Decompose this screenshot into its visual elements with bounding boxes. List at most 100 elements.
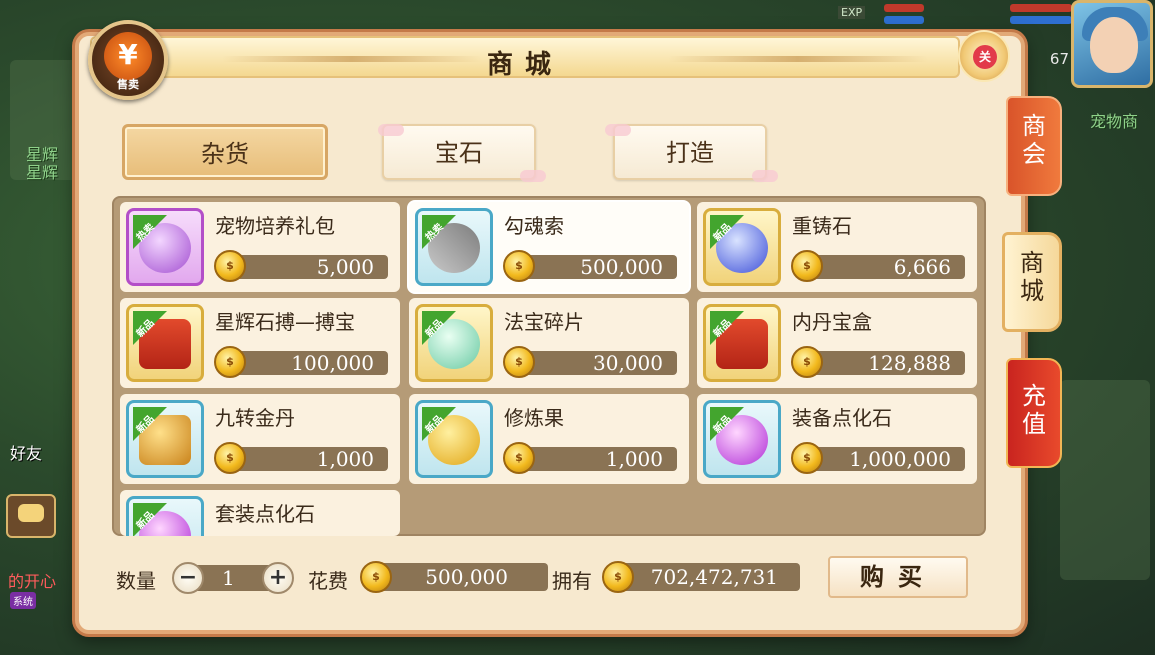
item-icon-frame: 热卖 — [126, 208, 204, 286]
buy-button[interactable]: 购买 — [828, 556, 968, 598]
cost-label: 花费 — [308, 569, 348, 593]
item-price: 100,000 — [291, 351, 374, 375]
item-price: 1,000 — [316, 447, 374, 471]
item-icon-frame: 新品 — [126, 496, 204, 536]
item-name: 宠物培养礼包 — [215, 214, 335, 238]
item-price-bar: 1,000 — [230, 447, 388, 471]
item-card[interactable]: 新品 内丹宝盒 128,888 $ — [697, 298, 977, 388]
chat-icon[interactable] — [6, 494, 56, 538]
side-tab-guild-shop[interactable]: 商会 — [1006, 96, 1062, 196]
side-tab-label: 充值 — [1022, 382, 1046, 438]
yen-icon: ¥ — [104, 32, 152, 80]
close-icon: 关 — [973, 45, 997, 69]
item-icon-frame: 新品 — [126, 304, 204, 382]
sell-label: 售卖 — [117, 78, 139, 91]
quantity-value[interactable]: 1 — [222, 566, 235, 590]
title-bar: 商城 — [90, 36, 960, 80]
background-text: 星辉 星辉 — [26, 145, 59, 182]
flower-decoration — [520, 170, 546, 182]
avatar[interactable] — [1071, 0, 1153, 88]
coin-icon: $ — [791, 346, 823, 378]
item-price: 6,666 — [893, 255, 951, 279]
tab-gems[interactable]: 宝石 — [382, 124, 536, 180]
item-price-bar: 128,888 — [807, 351, 965, 375]
item-card[interactable]: 新品 九转金丹 1,000 $ — [120, 394, 400, 484]
pet-shop-label: 宠物商 — [1090, 112, 1139, 131]
coin-icon: $ — [214, 442, 246, 474]
item-card[interactable]: 热卖 勾魂索 500,000 $ — [409, 202, 689, 292]
side-tab-label: 商城 — [1020, 249, 1044, 305]
item-price: 5,000 — [316, 255, 374, 279]
item-name: 九转金丹 — [215, 406, 295, 430]
item-card[interactable]: 新品 装备点化石 1,000,000 $ — [697, 394, 977, 484]
item-name: 修炼果 — [504, 406, 564, 430]
item-icon-frame: 新品 — [703, 400, 781, 478]
item-card[interactable]: 热卖 宠物培养礼包 5,000 $ — [120, 202, 400, 292]
item-price-bar: 30,000 — [519, 351, 677, 375]
item-icon-frame: 新品 — [703, 304, 781, 382]
item-card[interactable]: 新品 套装点化石 — [120, 490, 400, 536]
item-icon-frame: 新品 — [703, 208, 781, 286]
item-price-bar: 6,666 — [807, 255, 965, 279]
background-chat-text: 的开心 — [8, 572, 57, 591]
pet-hp-bar — [1010, 4, 1072, 12]
item-price: 1,000 — [605, 447, 663, 471]
hp-bar — [884, 4, 924, 12]
item-icon-frame: 新品 — [126, 400, 204, 478]
item-name: 法宝碎片 — [504, 310, 584, 334]
item-price-bar: 100,000 — [230, 351, 388, 375]
item-price-bar: 5,000 — [230, 255, 388, 279]
chat-bubble-icon — [18, 504, 44, 522]
pet-mp-bar — [1010, 16, 1072, 24]
item-icon-frame: 热卖 — [415, 208, 493, 286]
coin-icon: $ — [503, 346, 535, 378]
coin-icon: $ — [214, 346, 246, 378]
item-icon-frame: 新品 — [415, 400, 493, 478]
item-name: 内丹宝盒 — [792, 310, 872, 334]
system-tag: 系统 — [10, 592, 36, 609]
tab-forge[interactable]: 打造 — [613, 124, 767, 180]
item-card[interactable]: 新品 法宝碎片 30,000 $ — [409, 298, 689, 388]
exp-tag: EXP — [838, 6, 866, 19]
item-price: 1,000,000 — [849, 447, 951, 471]
item-price-bar: 500,000 — [519, 255, 677, 279]
coin-icon: $ — [503, 250, 535, 282]
sell-button[interactable]: ¥ 售卖 — [88, 20, 168, 100]
side-tab-recharge[interactable]: 充值 — [1006, 358, 1062, 468]
item-price-bar: 1,000 — [519, 447, 677, 471]
item-card[interactable]: 新品 修炼果 1,000 $ — [409, 394, 689, 484]
item-name: 装备点化石 — [792, 406, 892, 430]
item-name: 重铸石 — [792, 214, 852, 238]
player-level: 67 — [1049, 50, 1069, 68]
cost-value: 500,000 — [425, 565, 508, 589]
owned-value: 702,472,731 — [650, 565, 778, 589]
coin-icon: $ — [503, 442, 535, 474]
decrease-quantity-button[interactable]: − — [172, 562, 204, 594]
item-price: 128,888 — [868, 351, 951, 375]
close-button[interactable]: 关 — [958, 30, 1010, 82]
item-card[interactable]: 新品 重铸石 6,666 $ — [697, 202, 977, 292]
flower-decoration — [378, 124, 404, 136]
side-tab-mall[interactable]: 商城 — [1002, 232, 1062, 332]
quantity-label: 数量 — [116, 569, 156, 593]
owned-label: 拥有 — [552, 569, 592, 593]
increase-quantity-button[interactable]: + — [262, 562, 294, 594]
coin-icon: $ — [791, 442, 823, 474]
item-name: 套装点化石 — [215, 502, 315, 526]
friend-label[interactable]: 好友 — [10, 440, 42, 464]
mp-bar — [884, 16, 924, 24]
side-tab-label: 商会 — [1022, 112, 1046, 168]
tab-groceries[interactable]: 杂货 — [122, 124, 328, 180]
coin-icon: $ — [791, 250, 823, 282]
item-card[interactable]: 新品 星辉石搏—搏宝 100,000 $ — [120, 298, 400, 388]
coin-icon: $ — [360, 561, 392, 593]
coin-icon: $ — [214, 250, 246, 282]
item-price: 500,000 — [580, 255, 663, 279]
item-price-bar: 1,000,000 — [807, 447, 965, 471]
background-tile — [1060, 380, 1150, 580]
page-title: 商城 — [486, 50, 563, 80]
flower-decoration — [752, 170, 778, 182]
item-price: 30,000 — [593, 351, 663, 375]
item-name: 星辉石搏—搏宝 — [215, 310, 355, 334]
item-name: 勾魂索 — [504, 214, 564, 238]
